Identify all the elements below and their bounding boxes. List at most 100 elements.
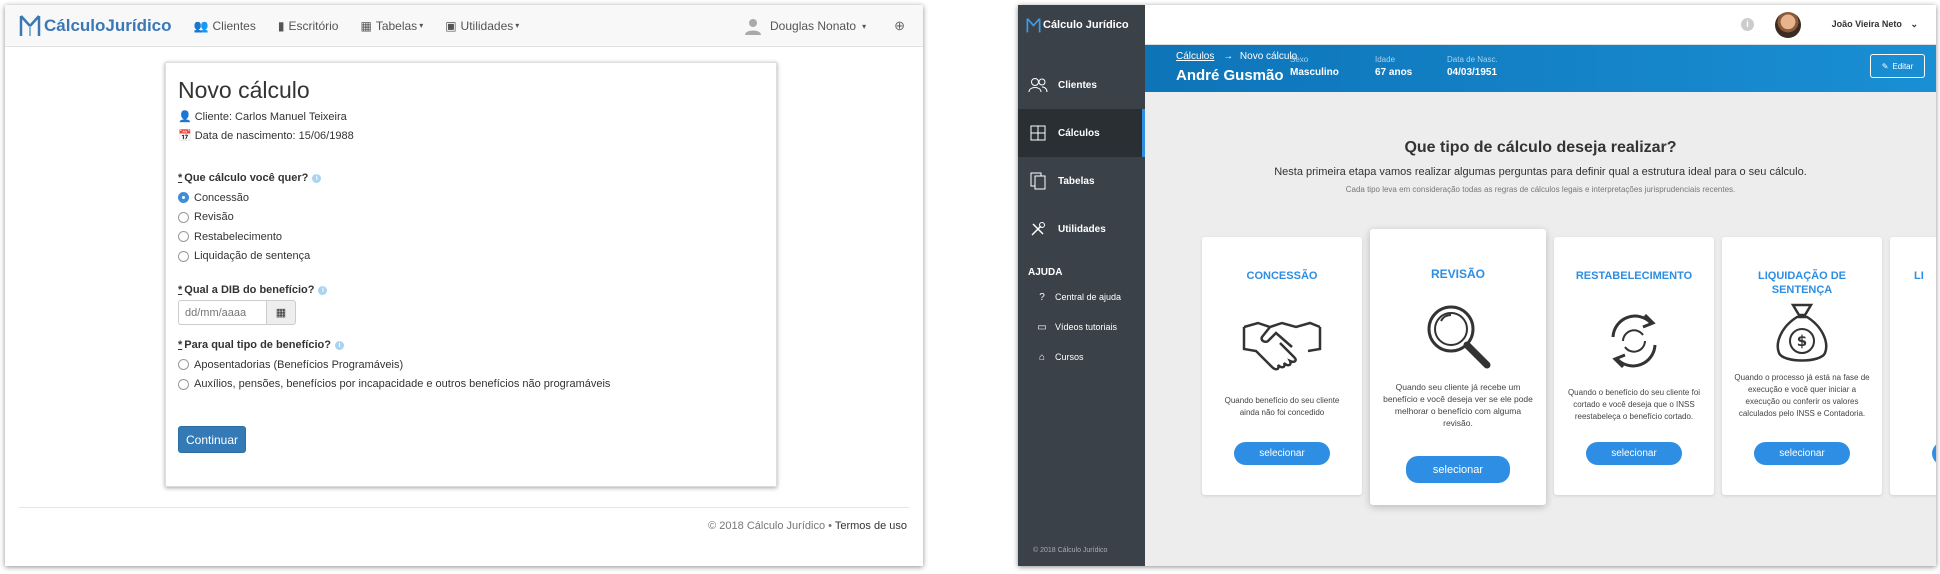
caret-down-icon: ▾ (419, 21, 424, 30)
user-avatar-icon (745, 19, 762, 35)
continue-button[interactable]: Continuar (178, 426, 246, 453)
radio-revisao[interactable]: Revisão (178, 208, 764, 228)
radio-concessao[interactable]: Concessão (178, 188, 764, 208)
arrow-right-icon: → (1223, 51, 1234, 62)
radio-label: Concessão (194, 191, 250, 204)
brand-logo[interactable]: Cálculo Jurídico (1018, 5, 1145, 45)
sidebar-item-utilidades[interactable]: Utilidades (1018, 205, 1145, 253)
client-banner: Cálculos → Novo cálculo André Gusmão Sex… (1145, 45, 1936, 92)
field-value: 04/03/1951 (1447, 67, 1498, 78)
radio-button[interactable] (178, 211, 189, 223)
top-navbar: CálculoJurídico 👥 Clientes ▮ Escritório … (5, 5, 923, 47)
brand-mark-icon (1026, 17, 1041, 32)
select-button[interactable] (1932, 442, 1936, 465)
main-title: Que tipo de cálculo deseja realizar? (1404, 139, 1677, 156)
brand-mark-icon (19, 14, 41, 36)
info-icon[interactable]: i (312, 173, 322, 183)
card-revisao[interactable]: REVISÃO Quando seu cliente já recebe um … (1370, 229, 1546, 505)
sidebar-footer: © 2018 Cálculo Jurídico (1033, 547, 1108, 554)
radio-button[interactable] (178, 250, 189, 262)
avatar[interactable] (1775, 12, 1801, 38)
dib-input[interactable] (178, 300, 266, 325)
question-dib: * Qual a DIB do benefício? i (178, 284, 764, 296)
card-restabelecimento[interactable]: RESTABELECIMENTO Quando o benefício do s… (1554, 237, 1714, 495)
field-nascimento: Data de Nasc. 04/03/1951 (1447, 55, 1498, 78)
question-label: Qual a DIB do benefício? (184, 284, 315, 296)
question-label: Que cálculo você quer? (184, 172, 309, 184)
question-label: Para qual tipo de benefício? (184, 339, 331, 351)
card-description: Quando o benefício do seu cliente foi co… (1567, 388, 1701, 421)
brand-name: CálculoJurídico (44, 15, 172, 35)
user-menu[interactable]: João Vieira Neto ⌄ (1832, 19, 1918, 30)
help-item-videos[interactable]: ▭ Vídeos tutoriais (1018, 312, 1145, 342)
required-mark: * (178, 284, 183, 296)
card-partial[interactable]: LI (1890, 237, 1936, 495)
new-calculation-form: Novo cálculo 👤 Cliente: Carlos Manuel Te… (165, 62, 777, 487)
radio-restabelecimento[interactable]: Restabelecimento (178, 227, 764, 247)
sidebar-item-clientes[interactable]: Clientes (1018, 61, 1145, 109)
info-icon[interactable]: i (1741, 18, 1754, 31)
card-concessao[interactable]: CONCESSÃO Quando benefício do seu client… (1202, 237, 1362, 495)
breadcrumb-link[interactable]: Cálculos (1176, 51, 1214, 62)
left-screenshot: CálculoJurídico 👥 Clientes ▮ Escritório … (5, 5, 923, 566)
breadcrumb-current: Novo cálculo (1239, 51, 1298, 62)
nav-tabelas-dropdown[interactable]: ▦ Tabelas ▾ (360, 19, 423, 33)
select-button[interactable]: selecionar (1586, 442, 1682, 465)
user-name: Douglas Nonato (770, 19, 857, 33)
radio-aposentadorias[interactable]: Aposentadorias (Benefícios Programáveis) (178, 355, 764, 375)
nav-utilidades-dropdown[interactable]: ▣ Utilidades ▾ (445, 19, 519, 33)
select-button[interactable]: selecionar (1406, 456, 1510, 483)
sidebar-item-tabelas[interactable]: Tabelas (1018, 157, 1145, 205)
calendar-check-icon: 📅 (178, 130, 192, 142)
radio-auxilios[interactable]: Auxílios, pensões, benefícios por incapa… (178, 375, 764, 395)
help-item-label: Vídeos tutoriais (1055, 322, 1118, 332)
select-button[interactable]: selecionar (1754, 442, 1850, 465)
nav-escritorio[interactable]: ▮ Escritório (278, 19, 339, 33)
sidebar-item-label: Clientes (1058, 79, 1097, 91)
users-icon: 👥 (193, 18, 209, 33)
nav-tabelas-label: Tabelas (375, 18, 418, 33)
radio-button[interactable] (178, 192, 189, 204)
sidebar-item-label: Cálculos (1058, 127, 1100, 139)
radio-label: Restabelecimento (194, 230, 283, 243)
help-item-label: Central de ajuda (1055, 292, 1122, 302)
card-title: LIQUIDAÇÃO DE SENTENÇA (1758, 270, 1846, 296)
radio-button[interactable] (178, 359, 189, 371)
field-sexo: Sexo Masculino (1290, 55, 1339, 78)
info-icon[interactable]: i (334, 340, 344, 350)
money-bag-icon: $ (1776, 303, 1828, 362)
field-key: Data de Nasc. (1447, 55, 1498, 64)
radio-button[interactable] (178, 231, 189, 243)
select-button[interactable]: selecionar (1234, 442, 1330, 465)
card-title: RESTABELECIMENTO (1575, 270, 1693, 282)
globe-icon[interactable]: ⊕ (894, 18, 905, 34)
user-menu[interactable]: Douglas Nonato ▾ (744, 17, 866, 35)
user-name: João Vieira Neto (1831, 19, 1902, 29)
nav-clientes[interactable]: 👥 Clientes (194, 19, 256, 33)
card-description: Quando seu cliente já recebe um benefíci… (1383, 382, 1533, 428)
field-value: Masculino (1290, 67, 1339, 78)
field-key: Sexo (1290, 55, 1309, 64)
card-liquidacao[interactable]: LIQUIDAÇÃO DE SENTENÇA $ Quando o proces… (1722, 237, 1882, 495)
calendar-icon[interactable]: ▦ (266, 300, 296, 325)
handshake-icon (1242, 321, 1322, 371)
sidebar-item-calculos[interactable]: Cálculos (1018, 109, 1145, 157)
field-value: 67 anos (1375, 67, 1413, 78)
edit-button[interactable]: ✎ Editar (1870, 54, 1925, 78)
help-item-cursos[interactable]: ⌂ Cursos (1018, 342, 1145, 372)
birth-info: 📅 Data de nascimento: 15/06/1988 (178, 129, 764, 143)
radio-button[interactable] (178, 378, 189, 390)
nav-utilidades-label: Utilidades (460, 18, 514, 33)
brand-logo[interactable]: CálculoJurídico (19, 14, 172, 38)
card-description: Quando o processo já está na fase de exe… (1734, 373, 1870, 418)
radio-liquidacao[interactable]: Liquidação de sentença (178, 247, 764, 267)
help-item-central[interactable]: ? Central de ajuda (1018, 282, 1145, 312)
card-description: Quando benefício do seu cliente ainda nã… (1224, 396, 1340, 417)
client-name: Cliente: Carlos Manuel Teixeira (194, 110, 347, 123)
question-calc-type: * Que cálculo você quer? i (178, 172, 764, 184)
chevron-down-icon: ⌄ (1910, 19, 1918, 29)
nav-clientes-label: Clientes (212, 18, 256, 33)
help-section-title: AJUDA (1028, 267, 1063, 278)
info-icon[interactable]: i (318, 285, 328, 295)
terms-link[interactable]: Termos de uso (835, 520, 907, 532)
